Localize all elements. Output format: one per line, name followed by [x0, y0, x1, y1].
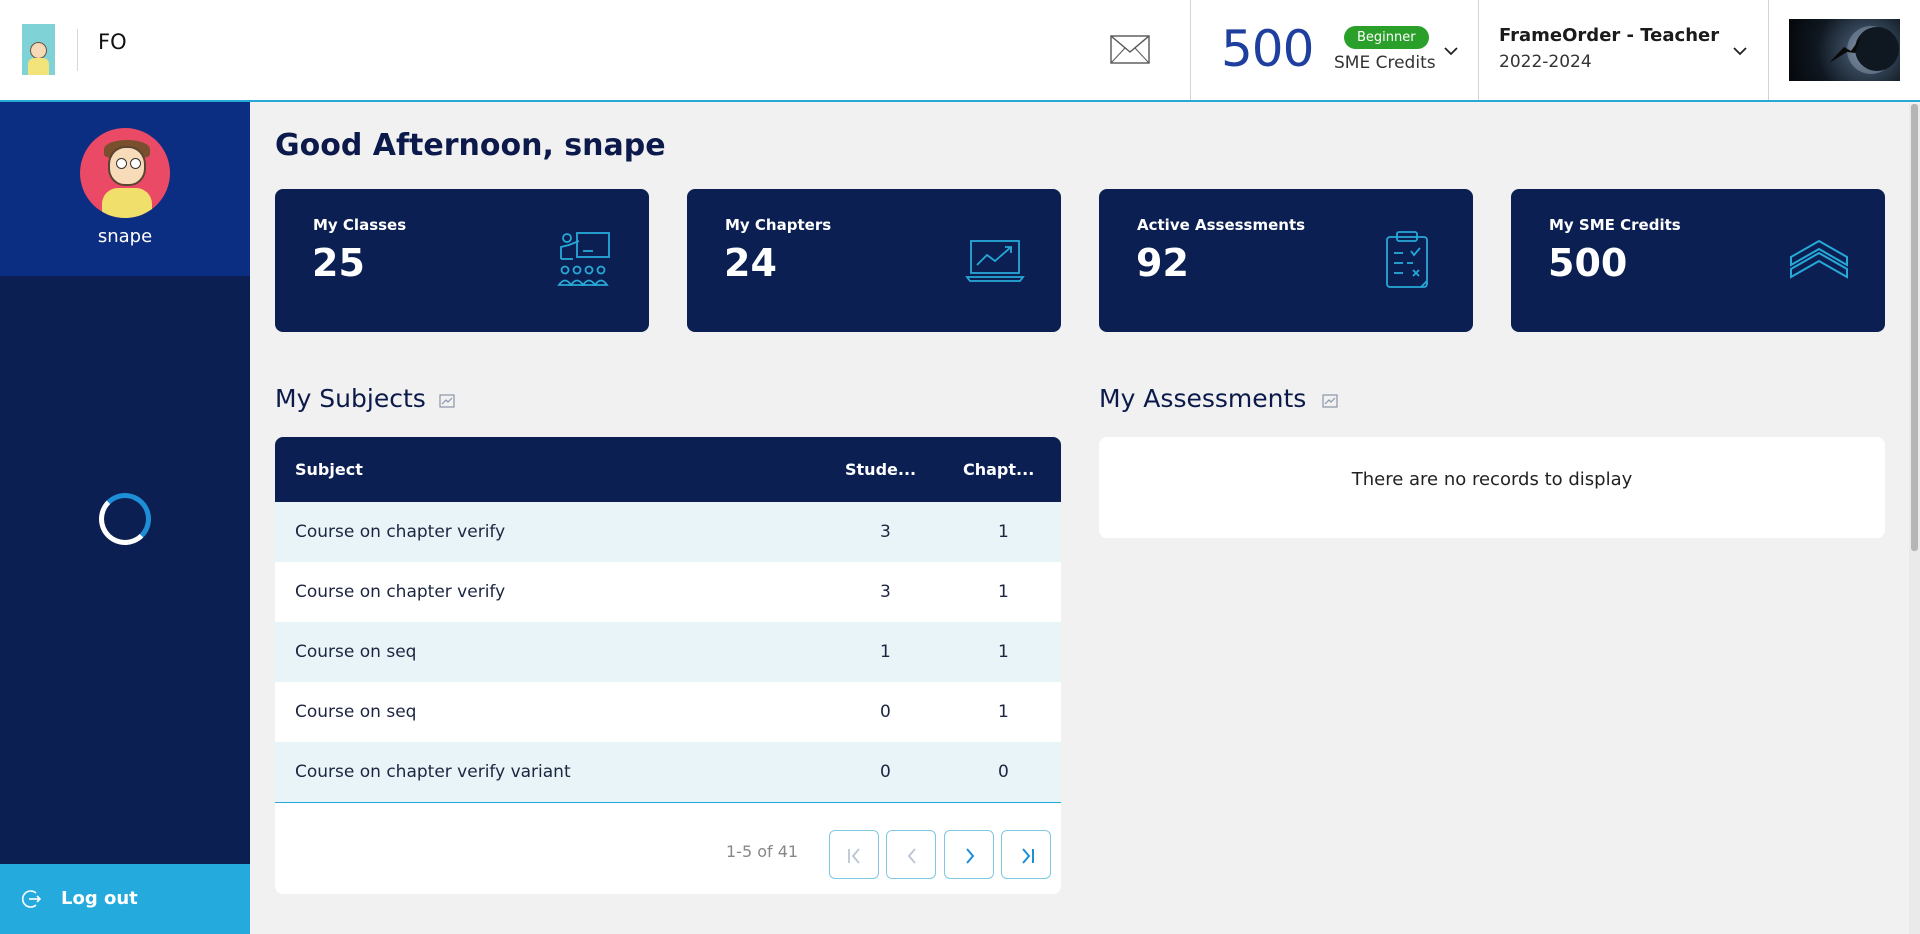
- chevron-rank-icon: [1790, 239, 1848, 279]
- org-title: FrameOrder - Teacher: [1499, 25, 1720, 46]
- credits-dropdown-chevron-down-icon[interactable]: [1444, 46, 1458, 56]
- cell-students: 1: [880, 642, 891, 662]
- logo-divider: [77, 29, 78, 71]
- avatar-shirt: [102, 188, 152, 218]
- subjects-heading: My Subjects: [275, 384, 426, 413]
- cell-chapters: 1: [998, 582, 1009, 602]
- pagination-range: 1-5 of 41: [726, 842, 799, 861]
- cell-chapters: 1: [998, 522, 1009, 542]
- cell-subject: Course on chapter verify: [295, 522, 506, 542]
- sidebar-profile: snape: [0, 102, 250, 276]
- chevron-right-icon: [966, 848, 975, 864]
- logo-body: [28, 58, 49, 75]
- credits-label: SME Credits: [1334, 53, 1436, 73]
- stat-title: My SME Credits: [1549, 216, 1681, 234]
- subjects-table: Subject Stude... Chapt... Course on chap…: [275, 437, 1061, 894]
- stat-value: 500: [1548, 241, 1628, 285]
- logout-button[interactable]: Log out: [0, 864, 250, 934]
- cell-chapters: 1: [998, 642, 1009, 662]
- table-row[interactable]: Course on chapter verify 3 1: [275, 562, 1061, 622]
- cell-chapters: 1: [998, 702, 1009, 722]
- avatar[interactable]: [80, 128, 170, 218]
- stat-card-chapters[interactable]: My Chapters 24: [687, 189, 1061, 332]
- stat-value: 92: [1136, 241, 1189, 285]
- table-row[interactable]: Course on chapter verify 3 1: [275, 502, 1061, 562]
- assessments-panel: There are no records to display: [1099, 437, 1885, 538]
- stat-title: Active Assessments: [1137, 216, 1306, 234]
- brand-name: FO: [98, 30, 127, 54]
- cell-subject: Course on seq: [295, 642, 417, 662]
- logout-label: Log out: [61, 888, 138, 909]
- greeting-heading: Good Afternoon, snape: [275, 128, 666, 163]
- column-header-chapters[interactable]: Chapt...: [963, 460, 1034, 479]
- stat-title: My Classes: [313, 216, 407, 234]
- first-page-button[interactable]: [829, 830, 879, 879]
- prev-page-button[interactable]: [886, 830, 936, 879]
- stat-value: 24: [724, 241, 777, 285]
- cell-students: 0: [880, 762, 891, 782]
- envelope-icon[interactable]: [1110, 35, 1150, 64]
- assessments-heading: My Assessments: [1099, 384, 1307, 413]
- last-page-button[interactable]: [1001, 830, 1051, 879]
- column-header-subject[interactable]: Subject: [295, 460, 363, 479]
- chart-icon[interactable]: [1322, 394, 1338, 408]
- sidebar: snape Log out: [0, 102, 250, 934]
- next-page-button[interactable]: [944, 830, 994, 879]
- last-page-icon: [1022, 848, 1034, 864]
- stat-card-assessments[interactable]: Active Assessments 92: [1099, 189, 1473, 332]
- header-divider: [1190, 0, 1191, 100]
- org-dropdown-chevron-down-icon[interactable]: [1733, 46, 1747, 56]
- avatar-eye: [130, 158, 141, 169]
- clipboard-icon: [1386, 231, 1428, 288]
- cell-students: 3: [880, 582, 891, 602]
- app-logo[interactable]: [22, 24, 55, 75]
- stat-card-classes[interactable]: My Classes 25: [275, 189, 649, 332]
- academic-year: 2022-2024: [1499, 52, 1592, 72]
- table-row[interactable]: Course on seq 1 1: [275, 622, 1061, 682]
- profile-image[interactable]: [1789, 19, 1900, 81]
- header-divider: [1478, 0, 1479, 100]
- classroom-icon: [557, 232, 610, 286]
- stat-card-sme-credits[interactable]: My SME Credits 500: [1511, 189, 1885, 332]
- profile-image-art: [1829, 26, 1899, 74]
- page-scrollbar[interactable]: [1909, 104, 1920, 934]
- table-row[interactable]: Course on seq 0 1: [275, 682, 1061, 742]
- cell-subject: Course on seq: [295, 702, 417, 722]
- empty-state-message: There are no records to display: [1351, 469, 1633, 490]
- column-header-students[interactable]: Stude...: [845, 460, 916, 479]
- spinner-icon: [99, 493, 151, 545]
- sidebar-username: snape: [97, 226, 153, 247]
- avatar-eye: [116, 158, 127, 169]
- logo-face: [30, 42, 47, 59]
- cell-students: 3: [880, 522, 891, 542]
- stat-value: 25: [312, 241, 365, 285]
- stat-title: My Chapters: [725, 216, 832, 234]
- first-page-icon: [848, 848, 860, 864]
- table-divider: [275, 802, 1061, 803]
- cell-chapters: 0: [998, 762, 1009, 782]
- cell-students: 0: [880, 702, 891, 722]
- logout-icon: [21, 890, 42, 908]
- header-divider: [1768, 0, 1769, 100]
- top-bar: FO 500 Beginner SME Credits FrameOrder -…: [0, 0, 1920, 102]
- chart-icon[interactable]: [439, 394, 455, 408]
- laptop-chart-icon: [965, 240, 1025, 282]
- table-row[interactable]: Course on chapter verify variant 0 0: [275, 742, 1061, 802]
- table-header: Subject Stude... Chapt...: [275, 437, 1061, 502]
- credits-count: 500: [1221, 20, 1314, 78]
- scrollbar-thumb[interactable]: [1911, 104, 1918, 551]
- cell-subject: Course on chapter verify: [295, 582, 506, 602]
- chevron-left-icon: [907, 848, 916, 864]
- level-badge: Beginner: [1344, 26, 1429, 49]
- cell-subject: Course on chapter verify variant: [295, 762, 571, 782]
